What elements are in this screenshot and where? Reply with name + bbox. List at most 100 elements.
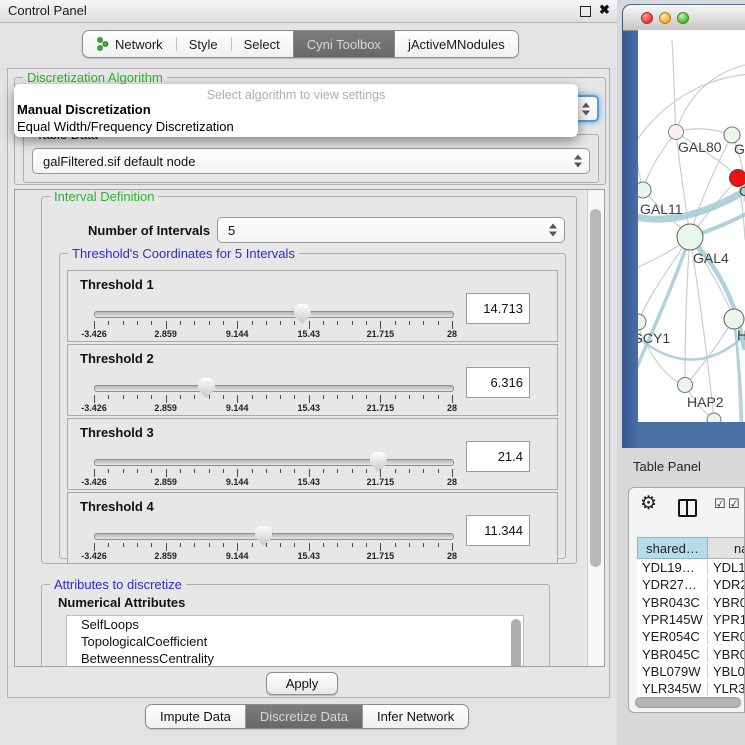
- close-icon[interactable]: ✖: [599, 2, 610, 18]
- numerical-attributes-list[interactable]: SelfLoopsTopologicalCoefficientBetweenne…: [66, 615, 524, 667]
- list-scrollbar-thumb[interactable]: [511, 619, 521, 667]
- table-row[interactable]: YPR145WYPR1: [637, 611, 745, 628]
- tick-mark: [423, 543, 424, 547]
- cell-name: YDL1: [708, 560, 745, 575]
- combo-value: galFiltered.sif default node: [43, 154, 195, 169]
- slider-tick-labels: -3.4262.8599.14415.4321.71528: [94, 403, 452, 414]
- network-canvas[interactable]: GAL80GACGAL11GAL4GCY1HHAP2: [638, 30, 745, 422]
- table-row[interactable]: YDR27…YDR2: [637, 576, 745, 593]
- tab-select[interactable]: Select: [231, 31, 293, 57]
- tick-mark: [366, 543, 367, 547]
- tick-label: 15.43: [298, 551, 321, 561]
- cell-name: YBR0: [708, 595, 745, 610]
- number-of-intervals-combo[interactable]: 5: [217, 217, 565, 243]
- mac-zoom-button[interactable]: [677, 12, 689, 24]
- tab-label: Discretize Data: [260, 709, 348, 724]
- tab-style[interactable]: Style: [176, 31, 231, 57]
- mac-close-button[interactable]: [641, 12, 653, 24]
- tick-mark: [137, 543, 138, 547]
- column-header-shared-name[interactable]: shared…: [637, 537, 708, 559]
- tick-mark: [123, 395, 124, 399]
- svg-text:H: H: [737, 327, 745, 343]
- threshold-value-field[interactable]: 14.713: [466, 293, 530, 324]
- attribute-list-item[interactable]: SelfLoops: [67, 616, 523, 633]
- tick-mark: [166, 543, 167, 551]
- combo-spinner-icon: [549, 224, 557, 237]
- tick-mark: [280, 321, 281, 325]
- tick-label: 28: [447, 329, 457, 339]
- tab-cyni-toolbox[interactable]: Cyni Toolbox: [293, 31, 394, 57]
- threshold-slider[interactable]: [94, 533, 454, 540]
- tick-mark: [438, 321, 439, 325]
- control-panel-titlebar: Control Panel ✖: [0, 0, 617, 23]
- cell-shared-name: YER054C: [637, 629, 708, 644]
- tick-label: 2.859: [154, 329, 177, 339]
- network-window-titlebar: [623, 5, 745, 31]
- column-header-name[interactable]: na: [708, 537, 745, 559]
- tab-infer-network[interactable]: Infer Network: [362, 705, 468, 728]
- tick-mark: [323, 543, 324, 547]
- cell-shared-name: YDL19…: [637, 560, 708, 575]
- tick-label: -3.426: [81, 329, 107, 339]
- table-row[interactable]: YBL079WYBL0: [637, 663, 745, 680]
- threshold-value-field[interactable]: 21.4: [466, 441, 530, 472]
- table-row[interactable]: YDL19…YDL1: [637, 559, 745, 576]
- table-row[interactable]: YLR345WYLR3: [637, 680, 745, 697]
- tick-mark: [352, 321, 353, 325]
- threshold-slider[interactable]: [94, 311, 454, 318]
- tab-label: Cyni Toolbox: [307, 37, 381, 52]
- threshold-label: Threshold 3: [80, 425, 154, 440]
- tick-mark: [337, 469, 338, 473]
- threshold-box: Threshold 3 -3.4262.8599.14415.4321.7152…: [67, 418, 558, 490]
- split-columns-icon[interactable]: [678, 499, 697, 517]
- tab-discretize-data[interactable]: Discretize Data: [245, 705, 362, 728]
- threshold-slider[interactable]: [94, 459, 454, 466]
- gear-icon[interactable]: ⚙: [640, 493, 657, 515]
- tick-mark: [180, 395, 181, 399]
- cell-shared-name: YBL079W: [637, 664, 708, 679]
- tick-mark: [438, 469, 439, 473]
- float-window-icon[interactable]: [580, 6, 591, 17]
- checkbox-icon[interactable]: ☑: [714, 496, 726, 512]
- table-row[interactable]: YER054CYER0: [637, 628, 745, 645]
- dropdown-option-manual[interactable]: Manual Discretization: [14, 102, 578, 119]
- tick-label: 15.43: [298, 403, 321, 413]
- table-panel: ⚙ ☑ ☑ shared… na YDL19…YDL1YDR27…YDR2YBR…: [628, 487, 745, 713]
- tick-mark: [352, 543, 353, 547]
- tick-label: 28: [447, 551, 457, 561]
- svg-text:HAP2: HAP2: [687, 394, 724, 410]
- tick-mark: [452, 321, 453, 329]
- threshold-value-field[interactable]: 6.316: [466, 367, 530, 398]
- dropdown-option-equal-width[interactable]: Equal Width/Frequency Discretization: [14, 119, 578, 136]
- attribute-list-item[interactable]: BetweennessCentrality: [67, 650, 523, 667]
- tick-mark: [409, 469, 410, 473]
- tick-mark: [252, 395, 253, 399]
- table-row[interactable]: YBR043CYBR0: [637, 594, 745, 611]
- tab-network[interactable]: Network: [83, 31, 176, 57]
- tab-label: jActiveMNodules: [408, 37, 505, 52]
- mac-minimize-button[interactable]: [659, 12, 671, 24]
- scrollbar-thumb[interactable]: [590, 209, 601, 567]
- tick-label: 15.43: [298, 329, 321, 339]
- tick-label: 9.144: [226, 477, 249, 487]
- tick-label: 9.144: [226, 551, 249, 561]
- apply-button[interactable]: Apply: [266, 672, 338, 695]
- threshold-value-field[interactable]: 11.344: [466, 515, 530, 546]
- cell-shared-name: YDR27…: [637, 577, 708, 592]
- scrollbar-track[interactable]: [587, 190, 604, 666]
- tick-mark: [395, 543, 396, 547]
- tick-mark: [337, 395, 338, 399]
- tick-mark: [309, 395, 310, 403]
- threshold-slider[interactable]: [94, 385, 454, 392]
- table-row[interactable]: YBR045CYBR0: [637, 645, 745, 662]
- attributes-group: Attributes to discretize Numerical Attri…: [41, 584, 550, 667]
- tab-jactivemnodules[interactable]: jActiveMNodules: [394, 31, 518, 57]
- table-data-combo[interactable]: galFiltered.sif default node: [32, 148, 590, 174]
- tick-label: 21.715: [367, 329, 395, 339]
- tab-label: Impute Data: [160, 709, 231, 724]
- attribute-list-item[interactable]: TopologicalCoefficient: [67, 633, 523, 650]
- horizontal-scrollbar-thumb[interactable]: [635, 697, 741, 708]
- tab-impute-data[interactable]: Impute Data: [146, 705, 245, 728]
- checkbox-icon[interactable]: ☑: [728, 496, 740, 512]
- number-of-intervals-label: Number of Intervals: [88, 223, 210, 238]
